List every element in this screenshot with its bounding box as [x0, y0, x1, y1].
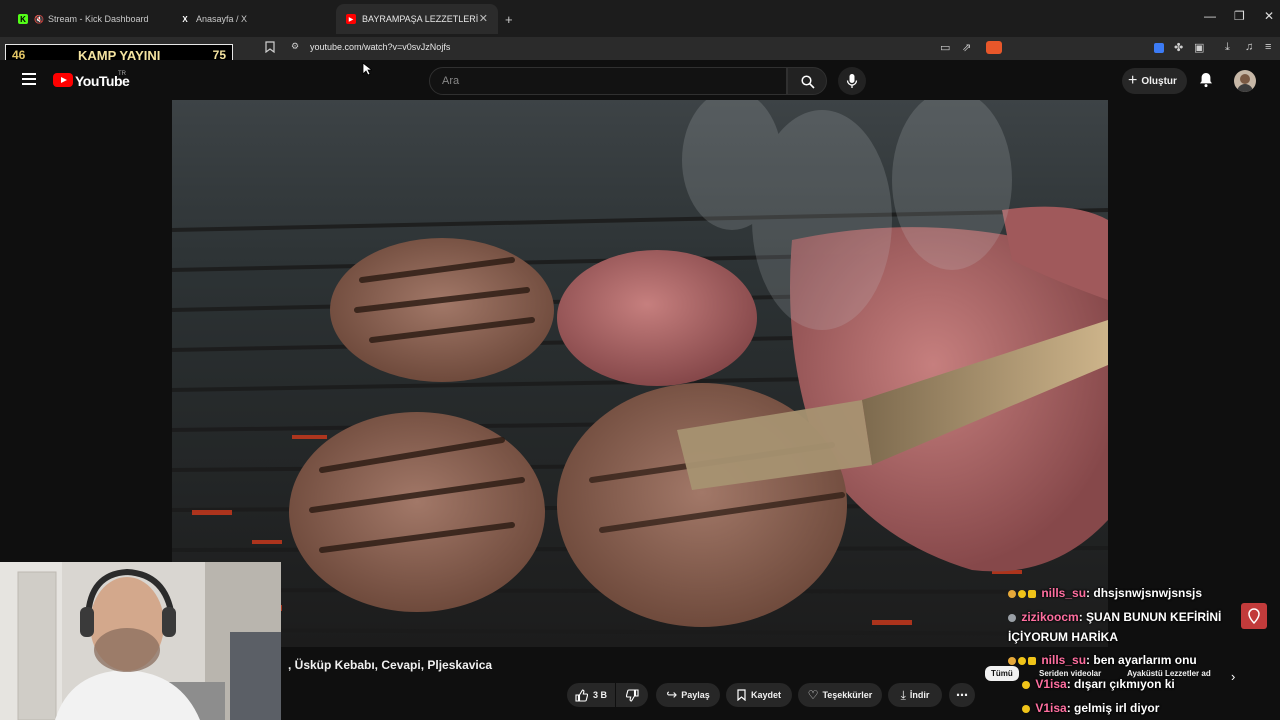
chat-message: V1isa: dışarı çıkmıyon ki [1022, 677, 1175, 691]
site-settings-icon[interactable]: ⚙ [291, 41, 299, 52]
bookmark-icon[interactable] [265, 41, 275, 56]
search-button[interactable] [787, 67, 827, 95]
video-player[interactable] [172, 100, 1108, 647]
tab-kick-dashboard[interactable]: K 🔇 Stream - Kick Dashboard [8, 4, 168, 34]
country-code: TR [118, 71, 126, 77]
chips-next-chevron-icon[interactable]: › [1231, 669, 1235, 684]
thumbs-up-icon [575, 688, 588, 702]
tab-youtube-video[interactable]: ▶ BAYRAMPAŞA LEZZETLERİ | Sim ✕ [336, 4, 498, 34]
chat-text: : gelmiş irl diyor [1066, 701, 1160, 715]
chat-message: zizikoocm: ŞUAN BUNUN KEFİRİNİ [1008, 610, 1221, 624]
streamer-camera-image [0, 562, 281, 720]
chat-username: zizikoocm [1021, 610, 1079, 624]
save-label: Kaydet [750, 690, 781, 700]
create-label: Oluştur [1141, 75, 1177, 87]
tab-x-home[interactable]: X Anasayfa / X [170, 4, 335, 34]
share-button[interactable]: ↪ Paylaş [656, 683, 720, 707]
chat-text: İÇİYORUM HARİKA [1008, 630, 1118, 644]
chat-username: nills_su [1041, 653, 1087, 667]
mouse-cursor-icon [362, 62, 374, 81]
warning-badge-icon [1018, 656, 1026, 665]
webcam-feed [0, 562, 281, 720]
chat-username: V1isa [1035, 677, 1067, 691]
minimize-icon[interactable]: — [1204, 9, 1216, 23]
chat-message: nills_su: ben ayarlarım onu [1008, 653, 1197, 667]
kick-icon: K [18, 14, 28, 24]
chat-message-continued: İÇİYORUM HARİKA [1008, 630, 1118, 644]
notifications-bell-icon[interactable] [1199, 72, 1213, 93]
chat-text: : ben ayarlarım onu [1086, 653, 1197, 667]
account-avatar[interactable] [1234, 70, 1256, 92]
thanks-button[interactable]: ♡ Teşekkürler [798, 683, 882, 707]
download-arrow-icon: ⤓ [900, 687, 906, 702]
media-icon[interactable]: ♫ [1245, 41, 1253, 53]
plus-icon: + [1128, 72, 1138, 89]
sub-badge-icon [1008, 589, 1016, 598]
warning-badge-icon [1022, 704, 1030, 713]
sidebar-icon[interactable]: ▣ [1194, 41, 1204, 54]
thumbs-down-icon [625, 688, 639, 702]
chat-text: : ŞUAN BUNUN KEFİRİNİ [1078, 610, 1222, 624]
chat-username: V1isa [1035, 701, 1067, 715]
microphone-icon [846, 74, 858, 88]
tab-title: BAYRAMPAŞA LEZZETLERİ | Sim [362, 14, 480, 24]
tab-title: Anasayfa / X [196, 14, 248, 24]
hamburger-menu-icon[interactable] [22, 73, 36, 88]
warning-badge-icon [1018, 589, 1026, 598]
restore-icon[interactable]: ❐ [1234, 9, 1245, 23]
warning-badge-icon [1022, 680, 1030, 689]
share-arrow-icon: ↪ [666, 687, 678, 702]
download-icon[interactable]: ⤓ [1225, 41, 1230, 54]
menu-icon[interactable]: ≡ [1265, 41, 1271, 53]
muted-speaker-icon: 🔇 [34, 14, 44, 24]
tab-title: Stream - Kick Dashboard [47, 14, 149, 24]
save-button[interactable]: Kaydet [726, 683, 792, 707]
gift-badge-icon [1028, 589, 1036, 598]
youtube-logo-icon[interactable] [53, 73, 73, 87]
more-actions-icon[interactable]: ⋯ [949, 683, 975, 707]
cast-icon[interactable]: ▭ [940, 41, 950, 54]
chat-text: : dhsjsnwjsnwjsnsjs [1086, 586, 1203, 600]
download-button[interactable]: ⤓ İndir [888, 683, 942, 707]
chat-message: nills_su: dhsjsnwjsnwjsnsjs [1008, 586, 1202, 600]
pinned-location-icon[interactable] [1241, 603, 1267, 629]
video-title: , Üsküp Kebabı, Cevapi, Pljeskavica [288, 658, 493, 672]
search-icon [801, 75, 815, 89]
thanks-label: Teşekkürler [822, 690, 873, 700]
create-button[interactable]: + Oluştur [1122, 68, 1187, 94]
voice-search-button[interactable] [838, 67, 866, 95]
extension-icon[interactable] [1154, 43, 1164, 53]
dislike-button[interactable] [616, 683, 648, 707]
close-window-icon[interactable]: ✕ [1264, 9, 1274, 23]
chip-all[interactable]: Tümü [985, 666, 1019, 681]
heart-dollar-icon: ♡ [807, 688, 819, 702]
url-field[interactable]: youtube.com/watch?v=v0svJzNojfs [310, 42, 450, 52]
video-frame [172, 100, 1108, 636]
gift-badge-icon [1028, 656, 1036, 665]
search-input[interactable]: Ara [429, 67, 787, 95]
close-tab-icon[interactable]: ✕ [479, 12, 488, 25]
sub-badge-icon [1008, 656, 1016, 665]
youtube-icon: ▶ [346, 14, 356, 24]
like-count: 3 B [592, 690, 607, 700]
brave-shield-icon[interactable] [986, 41, 1002, 54]
chat-message: V1isa: gelmiş irl diyor [1022, 701, 1159, 715]
save-bookmark-icon [737, 689, 746, 701]
share-page-icon[interactable]: ⇗ [962, 41, 971, 54]
x-logo-icon: X [182, 14, 188, 24]
bot-badge-icon [1008, 613, 1016, 622]
puzzle-icon[interactable]: ✤ [1174, 41, 1183, 54]
chat-text: : dışarı çıkmıyon ki [1066, 677, 1175, 691]
new-tab-button[interactable]: + [505, 12, 513, 27]
like-button[interactable]: 3 B [567, 683, 615, 707]
share-label: Paylaş [681, 690, 710, 700]
download-label: İndir [909, 690, 930, 700]
chat-username: nills_su [1041, 586, 1087, 600]
